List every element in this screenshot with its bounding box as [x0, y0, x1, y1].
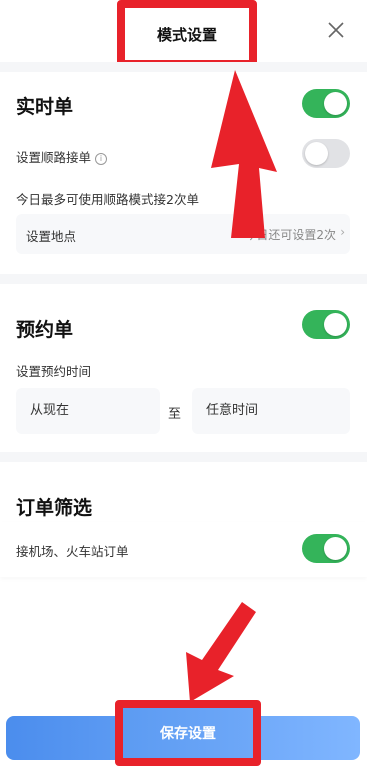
save-button-label: 保存设置 — [160, 726, 216, 742]
route-toggle[interactable] — [302, 139, 350, 168]
divider — [0, 452, 367, 462]
location-label: 设置地点 — [26, 229, 77, 244]
toggle-knob — [324, 537, 347, 560]
from-time-field[interactable]: 从现在 — [16, 388, 160, 434]
filter-title: 订单筛选 — [16, 497, 93, 519]
filter-option-label: 接机场、火车站订单 — [16, 544, 129, 559]
realtime-toggle[interactable] — [302, 89, 350, 118]
filter-option-row: 接机场、火车站订单 — [0, 522, 367, 577]
reservation-title: 预约单 — [16, 319, 74, 341]
divider — [0, 62, 367, 72]
time-label: 设置预约时间 — [16, 364, 92, 379]
info-icon[interactable]: i — [95, 152, 108, 165]
filter-toggle[interactable] — [302, 534, 350, 563]
chevron-right-icon: › — [340, 225, 345, 239]
realtime-title: 实时单 — [16, 96, 74, 118]
page-title: 模式设置 — [156, 25, 217, 44]
close-icon[interactable] — [324, 18, 348, 42]
route-label-text: 设置顺路接单 — [16, 150, 92, 165]
reservation-toggle[interactable] — [302, 310, 350, 339]
to-separator: 至 — [168, 407, 182, 422]
save-button[interactable]: 保存设置 — [115, 700, 261, 766]
title-highlight-box: 模式设置 — [117, 0, 257, 68]
location-row[interactable]: 设置地点 今日还可设置2次 › — [16, 214, 350, 254]
until-time-field[interactable]: 任意时间 — [192, 388, 350, 434]
limit-text: 今日最多可使用顺路模式接2次单 — [16, 192, 199, 207]
toggle-knob — [324, 313, 347, 336]
arrow-down-icon — [186, 602, 256, 702]
toggle-knob — [305, 142, 328, 165]
toggle-knob — [324, 92, 347, 115]
arrow-up-icon — [211, 70, 277, 238]
route-label: 设置顺路接单 i — [16, 147, 108, 166]
divider — [0, 274, 367, 284]
